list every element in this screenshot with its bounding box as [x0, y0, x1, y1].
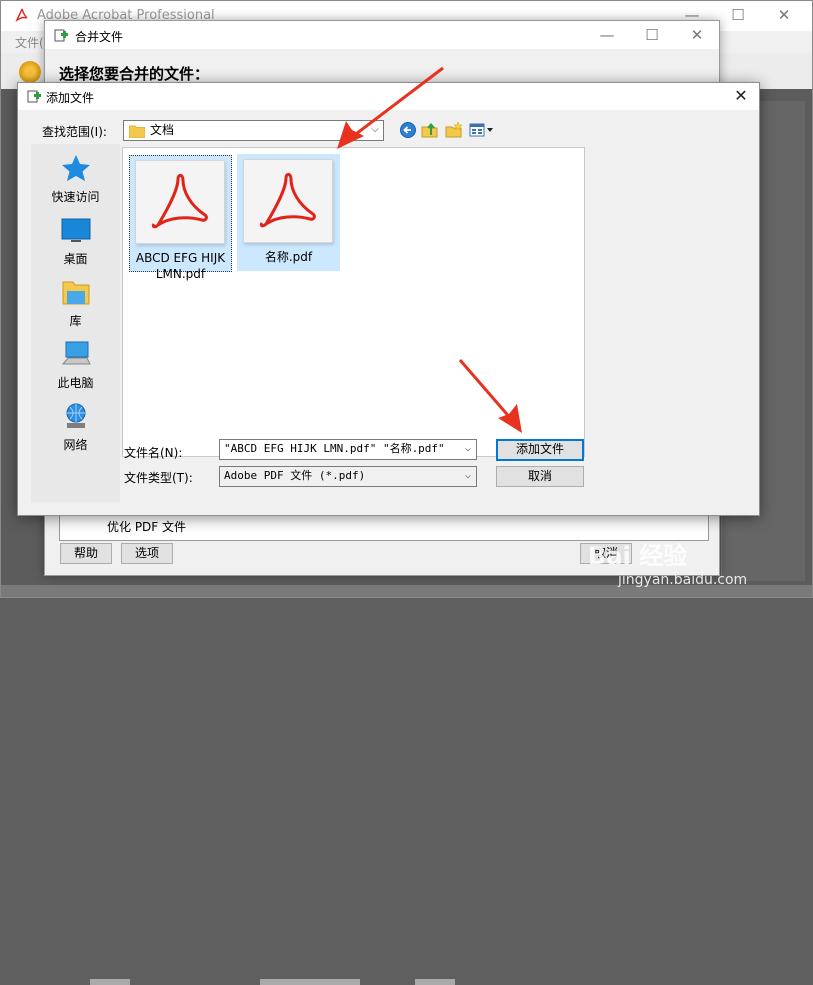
place-label: 快速访问: [51, 190, 100, 204]
add-dialog-titlebar: 添加文件 ✕: [18, 83, 759, 110]
library-icon: [62, 281, 90, 305]
back-icon[interactable]: [399, 121, 417, 139]
faint-row-text: [90, 979, 130, 985]
merge-dialog-titlebar: 合并文件 — ☐ ✕: [45, 21, 719, 49]
place-desktop[interactable]: 桌面: [31, 214, 120, 274]
folder-icon: [129, 125, 145, 138]
filetype-value: Adobe PDF 文件 (*.pdf): [224, 469, 366, 482]
chevron-down-icon: ⌵: [367, 121, 383, 140]
pdf-thumbnail: [243, 159, 333, 243]
file-name-line: ABCD EFG HIJK: [135, 251, 226, 265]
network-icon: [66, 403, 86, 428]
star-icon: [62, 155, 90, 181]
maximize-button[interactable]: ☐: [727, 5, 749, 25]
acrobat-logo-icon: [15, 8, 28, 22]
file-item[interactable]: ABCD EFG HIJK LMN.pdf: [129, 155, 232, 281]
add-files-icon: [27, 90, 41, 103]
close-button[interactable]: ✕: [773, 5, 795, 25]
chevron-down-icon: ⌵: [460, 440, 476, 459]
merge-minimize-button[interactable]: —: [596, 25, 618, 45]
view-menu-icon[interactable]: [469, 121, 497, 139]
lookin-value: 文档: [150, 123, 175, 137]
place-quick-access[interactable]: 快速访问: [31, 152, 120, 212]
file-item[interactable]: 名称.pdf: [237, 154, 340, 271]
lookin-label: 查找范围(I):: [42, 125, 107, 139]
place-this-pc[interactable]: 此电脑: [31, 338, 120, 398]
place-libraries[interactable]: 库: [31, 276, 120, 336]
add-dialog-cancel-button[interactable]: 取消: [496, 466, 584, 487]
baidu-watermark: Bai 经验: [588, 542, 688, 570]
desktop-icon: [61, 218, 91, 242]
filename-input[interactable]: "ABCD EFG HIJK LMN.pdf" "名称.pdf" ⌵: [219, 439, 477, 460]
merge-files-icon: [54, 29, 68, 42]
file-name: 名称.pdf: [237, 249, 340, 265]
chevron-down-icon: ⌵: [460, 467, 476, 486]
file-name-line: 名称.pdf: [264, 250, 313, 264]
filetype-label: 文件类型(T):: [124, 471, 193, 485]
merge-maximize-button[interactable]: ☐: [641, 25, 663, 45]
add-dialog-close-button[interactable]: ✕: [731, 86, 751, 106]
options-button[interactable]: 选项: [121, 543, 173, 564]
add-files-dialog: 添加文件 ✕ 查找范围(I): 文档 ⌵ 快速访问 桌面 库 此电脑 网络 AB…: [17, 82, 760, 516]
faint-row-text: [260, 979, 360, 985]
lookin-combo[interactable]: 文档 ⌵: [123, 120, 384, 141]
place-network[interactable]: 网络: [31, 400, 120, 460]
new-folder-icon[interactable]: [445, 121, 463, 139]
place-label: 库: [69, 314, 82, 328]
place-label: 网络: [63, 438, 88, 452]
place-label: 桌面: [63, 252, 88, 266]
help-button[interactable]: 帮助: [60, 543, 112, 564]
file-name-line: LMN.pdf: [155, 267, 206, 281]
places-bar: 快速访问 桌面 库 此电脑 网络: [31, 144, 120, 502]
merge-heading: 选择您要合并的文件：: [59, 65, 210, 83]
merge-dialog-title: 合并文件: [75, 30, 124, 44]
pdf-icon: [259, 172, 316, 228]
pdf-icon: [151, 173, 208, 229]
file-name: ABCD EFG HIJK LMN.pdf: [129, 250, 232, 282]
up-folder-icon[interactable]: [421, 121, 439, 139]
filename-value: "ABCD EFG HIJK LMN.pdf" "名称.pdf": [224, 442, 445, 455]
merge-close-button[interactable]: ✕: [686, 25, 708, 45]
menu-file[interactable]: 文件(: [15, 34, 44, 51]
place-label: 此电脑: [57, 376, 94, 390]
file-list-view[interactable]: ABCD EFG HIJK LMN.pdf 名称.pdf: [122, 147, 585, 457]
watermark-url: jingyan.baidu.com: [618, 572, 748, 588]
computer-icon: [61, 341, 91, 365]
faint-row-text: [415, 979, 455, 985]
filetype-select[interactable]: Adobe PDF 文件 (*.pdf) ⌵: [219, 466, 477, 487]
optimize-pdf-row[interactable]: 优化 PDF 文件: [107, 518, 186, 535]
add-files-button[interactable]: 添加文件: [496, 439, 584, 461]
add-dialog-title: 添加文件: [46, 91, 95, 105]
pdf-thumbnail: [135, 160, 225, 244]
filename-label: 文件名(N):: [124, 446, 183, 460]
create-pdf-icon[interactable]: [19, 61, 41, 83]
